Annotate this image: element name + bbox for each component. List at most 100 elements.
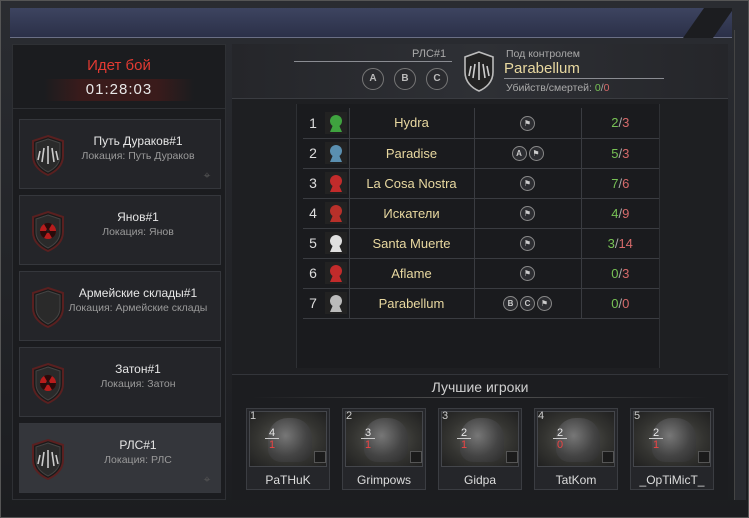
clan-emblem-icon <box>506 451 518 463</box>
clan-rank: 3 <box>303 168 323 199</box>
battle-title: Идет бой <box>87 57 151 74</box>
table-row[interactable]: 1 Hydra ⚑ 2/3 <box>303 108 659 139</box>
table-row[interactable]: 4 Искатели ⚑ 4/9 <box>303 198 659 229</box>
point-a-icon: A <box>511 146 527 162</box>
player-card[interactable]: 4 2 0 TatKom <box>534 408 618 490</box>
clan-deaths: 3 <box>622 115 630 131</box>
location-name: Путь Дураков#1 <box>93 134 183 148</box>
clan-emblem-icon <box>698 451 710 463</box>
location-item[interactable]: Янов#1 Локация: Янов <box>19 195 221 265</box>
location-sub: Локация: Армейские склады <box>68 302 208 314</box>
table-row[interactable]: 3 La Cosa Nostra ⚑ 7/6 <box>303 168 659 199</box>
clan-deaths: 9 <box>622 205 630 221</box>
controlled-label: Под контролем <box>506 48 580 60</box>
point-header: РЛС#1 A B C Под контролем Parabellum Уби… <box>232 44 728 99</box>
clan-points: B C ⚑ <box>474 288 582 319</box>
clan-emblem-icon <box>324 292 347 314</box>
player-name: _OpTiMicT_ <box>639 473 705 487</box>
clan-deaths: 3 <box>622 145 630 161</box>
clan-rank: 2 <box>303 138 323 169</box>
location-sub: Локация: РЛС <box>104 454 172 466</box>
point-a-icon: A <box>362 68 384 90</box>
flag-icon: ⚑ <box>520 206 535 222</box>
table-row[interactable]: 5 Santa Muerte ⚑ 3/14 <box>303 228 659 259</box>
player-card[interactable]: 5 2 1 _OpTiMicT_ <box>630 408 714 490</box>
best-players: Лучшие игроки 1 4 1 PaTHuK 2 3 1 Grimpows 3 2 1 Gid… <box>232 374 728 500</box>
clan-kd: 4/9 <box>581 198 659 229</box>
player-name: Gidpa <box>463 473 497 487</box>
kd-summary: Убийств/смертей: 0/0 <box>506 82 610 94</box>
player-rank: 2 <box>346 410 353 422</box>
location-name: Янов#1 <box>117 210 159 224</box>
crosshair-icon: ⌖ <box>203 472 211 486</box>
clan-kd: 3/14 <box>581 228 659 259</box>
clan-name: Paradise <box>348 138 475 169</box>
point-b-icon: B <box>394 68 416 90</box>
location-name: РЛС#1 <box>119 438 157 452</box>
point-b-icon: B <box>503 296 518 312</box>
player-card[interactable]: 3 2 1 Gidpa <box>438 408 522 490</box>
clan-deaths: 14 <box>618 235 633 251</box>
clan-rank: 4 <box>303 198 323 229</box>
clan-kd: 5/3 <box>581 138 659 169</box>
player-deaths: 1 <box>268 439 276 451</box>
crosshair-icon: ⌖ <box>203 168 211 182</box>
clan-emblem-icon <box>324 142 347 164</box>
clan-deaths: 0 <box>622 295 630 311</box>
winged-shield-icon <box>464 51 494 92</box>
locations-panel: Идет бой 01:28:03 Путь Дураков#1 Локация:… <box>12 44 226 500</box>
location-item[interactable]: Затон#1 Локация: Затон <box>19 347 221 417</box>
player-card[interactable]: 2 3 1 Grimpows <box>342 408 426 490</box>
clan-points: ⚑ <box>474 258 582 289</box>
location-sub: Локация: Янов <box>102 226 174 238</box>
clan-emblem-icon <box>324 172 347 194</box>
flag-icon: ⚑ <box>520 236 535 252</box>
player-deaths: 1 <box>460 439 468 451</box>
clan-name: Parabellum <box>348 288 475 319</box>
clan-points: ⚑ <box>474 108 582 139</box>
player-name: TatKom <box>555 473 597 487</box>
clan-emblem-icon <box>324 202 347 224</box>
location-item[interactable]: Путь Дураков#1 Локация: Путь Дураков ⌖ <box>19 119 221 189</box>
clan-emblem-icon <box>314 451 326 463</box>
clan-name: Santa Muerte <box>348 228 475 259</box>
table-row[interactable]: 2 Paradise A ⚑ 5/3 <box>303 138 659 169</box>
location-sub: Локация: Затон <box>100 378 176 390</box>
clan-kd: 2/3 <box>581 108 659 139</box>
battle-status: Идет бой 01:28:03 <box>13 45 225 109</box>
clan-kd: 7/6 <box>581 168 659 199</box>
clan-points: ⚑ <box>474 228 582 259</box>
player-rank: 1 <box>250 410 257 422</box>
player-rank: 3 <box>442 410 449 422</box>
clan-points: ⚑ <box>474 198 582 229</box>
clan-rank: 5 <box>303 228 323 259</box>
player-name: Grimpows <box>356 473 411 487</box>
table-row[interactable]: 7 Parabellum B C ⚑ 0/0 <box>303 288 659 319</box>
location-item[interactable]: РЛС#1 Локация: РЛС ⌖ <box>19 423 221 493</box>
clan-points: ⚑ <box>474 168 582 199</box>
location-item[interactable]: Армейские склады#1 Локация: Армейские скл… <box>19 271 221 341</box>
clan-emblem-icon <box>324 232 347 254</box>
table-row[interactable]: 6 Aflame ⚑ 0/3 <box>303 258 659 289</box>
divider <box>252 397 708 398</box>
title-bar <box>10 8 732 38</box>
clan-rank: 7 <box>303 288 323 319</box>
player-deaths: 1 <box>364 439 372 451</box>
flag-icon: ⚑ <box>520 176 535 192</box>
clan-table: 1 Hydra ⚑ 2/3 2 Paradise A ⚑ 5/3 3 La Cosa Nostra ⚑… <box>303 108 659 319</box>
flag-icon: ⚑ <box>537 296 552 312</box>
clan-emblem-icon <box>410 451 422 463</box>
player-card[interactable]: 1 4 1 PaTHuK <box>246 408 330 490</box>
location-name: Затон#1 <box>115 362 161 376</box>
clan-emblem-icon <box>324 111 347 134</box>
clan-name: La Cosa Nostra <box>348 168 475 199</box>
clan-deaths: 3 <box>622 265 630 281</box>
controlled-by: Parabellum <box>504 60 664 79</box>
point-c-icon: C <box>426 68 448 90</box>
clan-deaths: 6 <box>622 175 630 191</box>
clan-kills: 3 <box>607 235 615 251</box>
scrollbar[interactable] <box>734 30 746 500</box>
battle-timer: 01:28:03 <box>44 79 194 101</box>
clan-emblem-icon <box>602 451 614 463</box>
clan-kd: 0/0 <box>581 288 659 319</box>
